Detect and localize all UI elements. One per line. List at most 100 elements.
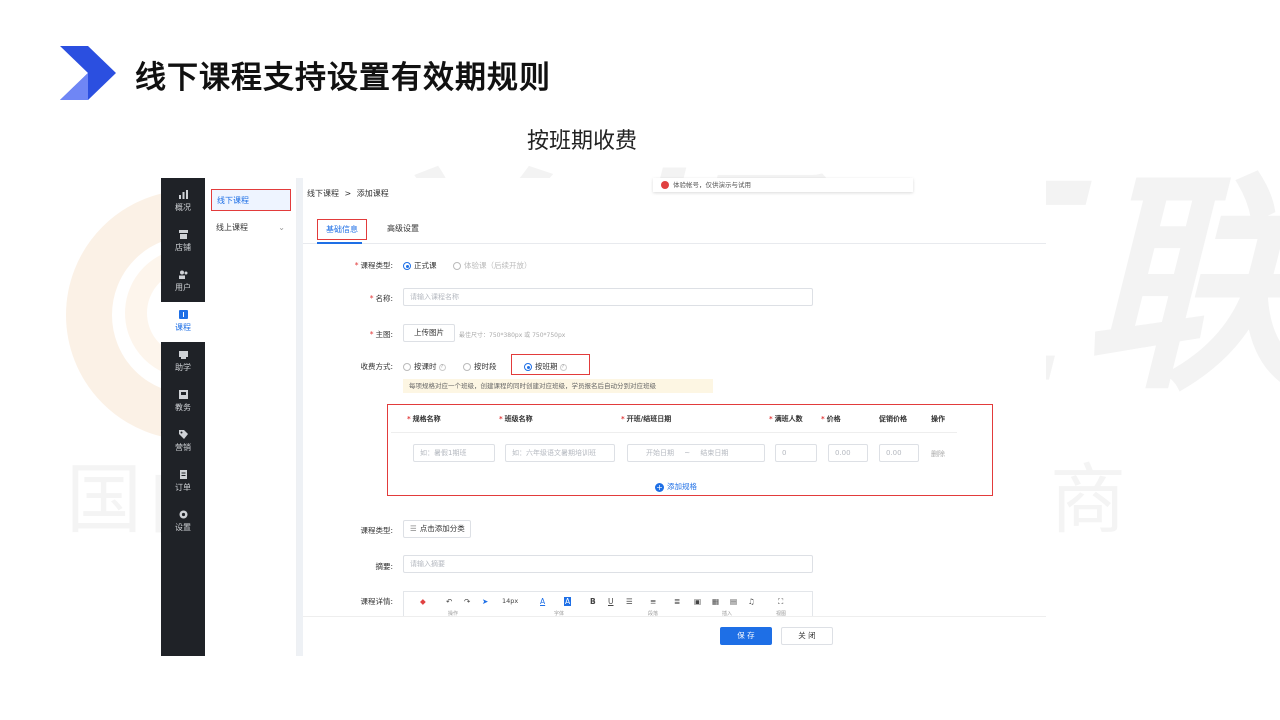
nav-label: 教务 [175, 403, 191, 412]
tab-underline [317, 242, 362, 244]
admin-icon [178, 389, 189, 400]
option-label: 按时段 [474, 362, 497, 371]
radio-unchecked-icon [463, 363, 471, 371]
button-label: 点击添加分类 [419, 524, 465, 533]
nav-item-overview[interactable]: 概况 [161, 182, 205, 222]
radio-unchecked-icon [453, 262, 461, 270]
course-name-input[interactable]: 请输入课程名称 [403, 288, 813, 306]
end-date: 结束日期 [700, 449, 729, 457]
header-text: 规格名称 [412, 415, 441, 423]
close-button[interactable]: 关 闭 [781, 627, 833, 645]
notice-text: 体验帐号，仅供演示与试用 [673, 181, 751, 189]
capacity-input[interactable]: 0 [775, 444, 817, 462]
subnav-item-offline[interactable]: 线下课程 [211, 189, 291, 211]
nav-item-course[interactable]: 课程 [161, 302, 205, 342]
nav-item-orders[interactable]: 订单 [161, 462, 205, 502]
radio-by-period[interactable]: 按时段 [463, 361, 497, 372]
label-text: 课程类型: [360, 261, 393, 270]
header-text: 满班人数 [774, 415, 803, 423]
tab-basic[interactable]: 基础信息 [317, 219, 367, 240]
header-text: 开班/结班日期 [626, 415, 672, 423]
redo-icon[interactable]: ↷ [464, 597, 470, 606]
nav-label: 店铺 [175, 243, 191, 252]
breadcrumb-separator: > [344, 189, 352, 198]
spec-name-input[interactable]: 如：暑假1期班 [413, 444, 495, 462]
table-icon[interactable]: ▦ [712, 597, 719, 606]
charge-label: 收费方式: [360, 362, 393, 371]
add-category-button[interactable]: ☰ 点击添加分类 [403, 520, 471, 538]
audio-icon[interactable]: ♫ [748, 597, 755, 606]
info-icon: ? [559, 363, 567, 371]
radio-by-lesson[interactable]: 按课时? [403, 361, 446, 372]
video-icon[interactable]: ▤ [730, 597, 737, 606]
upload-image-button[interactable]: 上传图片 [403, 324, 455, 342]
radio-formal[interactable]: 正式课 [403, 260, 437, 271]
nav-item-marketing[interactable]: 营销 [161, 422, 205, 462]
tab-bar: 基础信息 高级设置 [303, 214, 1046, 244]
table-divider [391, 432, 957, 433]
header-text: 价格 [826, 415, 841, 423]
breadcrumb-parent[interactable]: 线下课程 [307, 189, 339, 198]
nav-label: 订单 [175, 483, 191, 492]
subnav-item-online[interactable]: 线上课程 ⌄ [211, 217, 291, 239]
nav-label: 营销 [175, 443, 191, 452]
nav-item-users[interactable]: 用户 [161, 262, 205, 302]
fullscreen-icon[interactable]: ⛶ [778, 597, 783, 607]
brush-icon[interactable]: ➤ [482, 597, 488, 606]
th-spec-name: * 规格名称 [407, 415, 441, 423]
promo-price-input[interactable]: 0.00 [879, 444, 919, 462]
undo-icon[interactable]: ↶ [446, 597, 452, 606]
option-label: 按班期 [535, 362, 558, 371]
alert-icon [661, 181, 669, 189]
name-label: * 名称: [369, 294, 393, 303]
nav-label: 用户 [175, 283, 191, 292]
align-icon[interactable]: ☰ [626, 597, 633, 606]
font-size-select[interactable]: 14px [502, 597, 518, 605]
highlight-color-icon[interactable]: A [564, 597, 572, 606]
gear-icon [178, 509, 189, 520]
app-screenshot: 概况 店铺 用户 课程 助学 教务 营销 订单 设置 线下课程 线上课程 ⌄ 线… [161, 178, 1046, 656]
delete-row-link[interactable]: 删除 [931, 449, 945, 459]
nav-label: 设置 [175, 523, 191, 532]
nav-label: 助学 [175, 363, 191, 372]
bold-icon[interactable]: B [590, 597, 596, 606]
date-range-input[interactable]: 开始日期 ~ 结束日期 [627, 444, 765, 462]
th-dates: * 开班/结班日期 [621, 415, 672, 423]
nav-item-store[interactable]: 店铺 [161, 222, 205, 262]
nav-item-admin[interactable]: 教务 [161, 382, 205, 422]
radio-unchecked-icon [403, 363, 411, 371]
course-type-label: * 课程类型: [354, 261, 393, 270]
radio-checked-icon [524, 363, 532, 371]
th-actions: 操作 [931, 415, 945, 423]
sub-nav: 线下课程 线上课程 ⌄ [205, 178, 297, 656]
font-color-icon[interactable]: A [540, 597, 545, 606]
image-icon[interactable]: ▣ [694, 597, 701, 606]
order-icon [178, 469, 189, 480]
underline-icon[interactable]: U [608, 597, 614, 606]
list-ordered-icon[interactable]: ≡ [650, 597, 656, 606]
radio-trial[interactable]: 体验课（后续开放） [453, 260, 532, 271]
info-icon: ? [438, 363, 446, 371]
breadcrumb-current: 添加课程 [356, 189, 389, 198]
class-name-input[interactable]: 如：六年级语文暑期培训班 [505, 444, 615, 462]
radio-by-class[interactable]: 按班期? [524, 361, 567, 372]
save-button[interactable]: 保 存 [720, 627, 772, 645]
breadcrumb: 线下课程 > 添加课程 [307, 188, 389, 199]
image-label: * 主图: [369, 330, 393, 339]
price-input[interactable]: 0.00 [828, 444, 868, 462]
tag-icon [178, 429, 189, 440]
summary-input[interactable]: 请输入摘要 [403, 555, 813, 573]
option-label: 体验课（后续开放） [464, 261, 532, 270]
nav-item-study[interactable]: 助学 [161, 342, 205, 382]
nav-label: 课程 [175, 323, 191, 332]
add-spec-link[interactable]: + 添加规格 [655, 481, 697, 492]
list-bullet-icon[interactable]: ≣ [674, 597, 680, 606]
summary-label: 摘要: [375, 562, 393, 571]
tab-advanced[interactable]: 高级设置 [379, 219, 427, 238]
users-icon [178, 269, 189, 280]
eraser-icon[interactable]: ◆ [420, 597, 426, 606]
th-capacity: * 满班人数 [769, 415, 803, 423]
chevron-down-icon: ⌄ [278, 223, 285, 232]
nav-item-settings[interactable]: 设置 [161, 502, 205, 542]
image-size-hint: 最佳尺寸：750*380px 或 750*750px [459, 332, 566, 339]
